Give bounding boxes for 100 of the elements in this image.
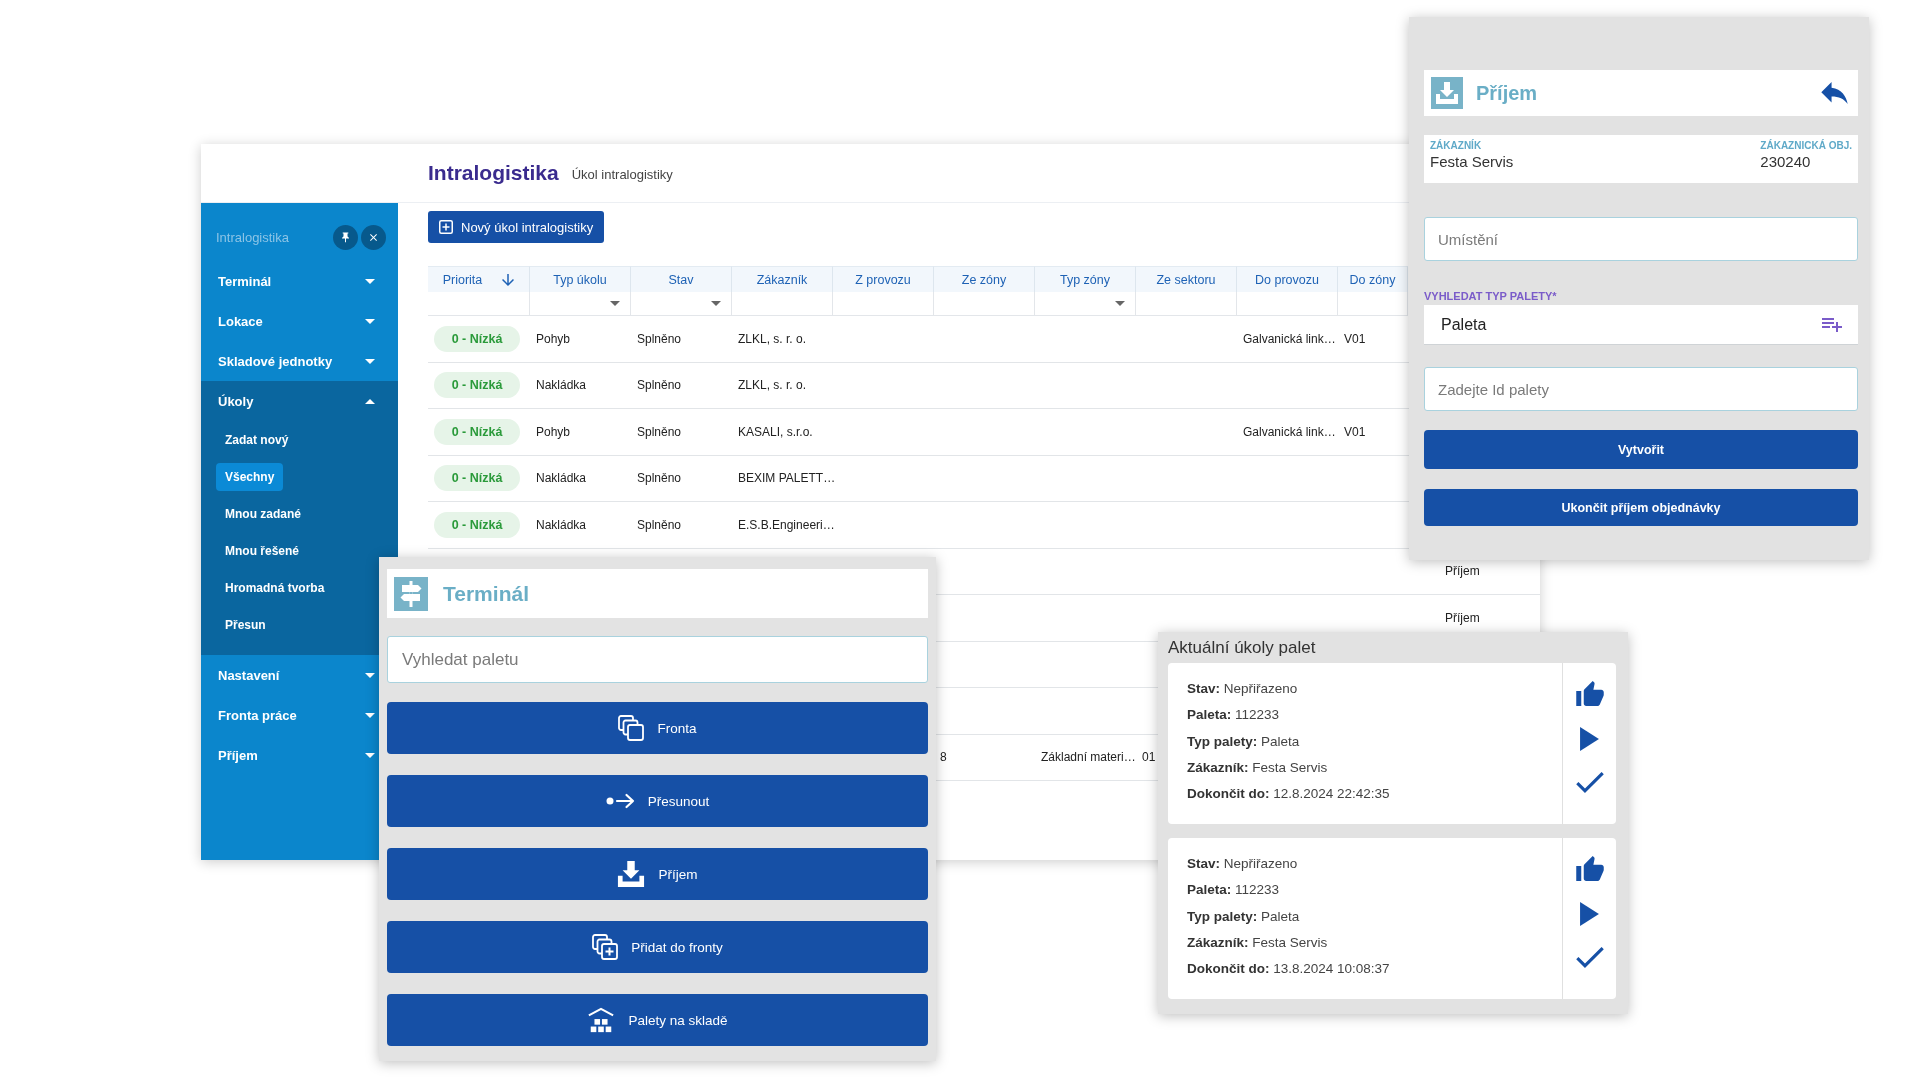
task-detail: Dokončit do: 12.8.2024 22:42:35 <box>1187 785 1390 804</box>
panel-title: Terminál <box>443 581 529 606</box>
download-tray-icon <box>1431 77 1463 109</box>
table-cell: 8 <box>940 750 947 765</box>
panel-title: Příjem <box>1476 81 1538 105</box>
sidebar-item[interactable]: Skladové jednotky <box>201 341 378 381</box>
action-button[interactable]: Palety na skladě <box>387 994 928 1046</box>
download-tray-icon <box>617 860 646 888</box>
table-cell: Splněno <box>637 424 682 439</box>
filter-field[interactable] <box>1338 292 1408 316</box>
field-value: Festa Servis <box>1430 153 1514 170</box>
page-title: Intralogistika <box>428 161 559 185</box>
pallet-type-select[interactable]: Paleta <box>1424 305 1858 345</box>
stacked-squares-icon <box>618 715 645 741</box>
check-icon[interactable] <box>1575 947 1604 968</box>
column-header[interactable]: Typ zóny <box>1035 266 1136 292</box>
priority-badge: 0 - Nízká <box>434 511 520 538</box>
column-header[interactable]: Z provozu <box>833 266 934 292</box>
table-cell: V01 <box>1344 424 1366 439</box>
filter-field[interactable] <box>1237 292 1338 316</box>
sidebar-item[interactable]: Fronta práce <box>201 695 378 735</box>
table-cell: Pohyb <box>536 331 571 346</box>
new-task-button[interactable]: Nový úkol intralogistiky <box>428 211 605 243</box>
play-icon[interactable] <box>1580 727 1599 751</box>
reply-icon[interactable] <box>1821 82 1848 104</box>
task-detail: Zákazník: Festa Servis <box>1187 933 1328 952</box>
submenu-item[interactable]: Všechny <box>216 462 284 491</box>
table-cell: Základní materi… <box>1041 750 1136 765</box>
column-header[interactable]: Ze sektoru <box>1136 266 1237 292</box>
table-cell: Splněno <box>637 517 682 532</box>
form-button[interactable]: Ukončit příjem objednávky <box>1424 489 1858 526</box>
column-header[interactable]: Stav <box>631 266 732 292</box>
submenu-item[interactable]: Zadat nový <box>216 425 298 454</box>
check-icon[interactable] <box>1575 772 1604 793</box>
page-subtitle: Úkol intralogistiky <box>571 167 673 182</box>
table-cell: ZLKL, s. r. o. <box>738 331 807 346</box>
filter-field[interactable] <box>530 292 631 316</box>
action-button[interactable]: Přesunout <box>387 775 928 827</box>
column-header[interactable]: Typ úkolu <box>530 266 631 292</box>
thumbs-up-icon[interactable] <box>1575 681 1604 706</box>
column-header[interactable]: Do provozu <box>1237 266 1338 292</box>
filter-field[interactable] <box>631 292 732 316</box>
sidebar-item[interactable]: Příjem <box>201 735 378 775</box>
action-button[interactable]: Příjem <box>387 848 928 900</box>
submenu-item[interactable]: Mnou řešené <box>216 536 308 565</box>
stacked-squares-plus-icon <box>592 934 619 960</box>
action-button[interactable]: Přidat do fronty <box>387 921 928 973</box>
table-cell: Pohyb <box>536 424 571 439</box>
priority-badge: 0 - Nízká <box>434 372 520 399</box>
column-header[interactable]: Do zóny <box>1338 266 1408 292</box>
table-cell: Splněno <box>637 331 682 346</box>
table-cell: 01 <box>1142 750 1156 765</box>
table-cell: Galvanická link… <box>1243 331 1336 346</box>
caret-icon <box>610 301 620 306</box>
table-cell: Nakládka <box>536 517 587 532</box>
column-header[interactable]: Ze zóny <box>934 266 1035 292</box>
form-button[interactable]: Vytvořit <box>1424 430 1858 469</box>
table-cell: ZLKL, s. r. o. <box>738 378 807 393</box>
priority-badge: 0 - Nízká <box>434 325 520 352</box>
filter-field[interactable] <box>1136 292 1237 316</box>
task-detail: Zákazník: Festa Servis <box>1187 758 1328 777</box>
filter-field[interactable] <box>833 292 934 316</box>
filter-field[interactable] <box>1035 292 1136 316</box>
thumbs-up-icon[interactable] <box>1575 856 1604 881</box>
filter-field[interactable] <box>428 292 530 316</box>
submenu-item[interactable]: Přesun <box>216 610 275 639</box>
filter-field[interactable] <box>732 292 833 316</box>
task-detail: Stav: Nepřiřazeno <box>1187 680 1298 698</box>
action-button[interactable]: Fronta <box>387 702 928 754</box>
task-detail: Stav: Nepřiřazeno <box>1187 855 1298 873</box>
table-cell: Splněno <box>637 378 682 393</box>
filter-field[interactable] <box>934 292 1035 316</box>
field-label: ZÁKAZNICKÁ OBJ. <box>1760 140 1852 151</box>
table-cell: Příjem <box>1445 564 1480 579</box>
column-header[interactable]: Zákazník <box>732 266 833 292</box>
table-cell: V01 <box>1344 331 1366 346</box>
table-cell: Příjem <box>1445 610 1480 625</box>
priority-badge: 0 - Nízká <box>434 465 520 492</box>
panel-title: Aktuální úkoly palet <box>1168 637 1316 658</box>
pallet-id-field[interactable]: Zadejte Id palety <box>1424 367 1858 411</box>
dot-arrow-icon <box>605 793 635 809</box>
sidebar-item[interactable]: Lokace <box>201 301 378 341</box>
task-detail: Typ palety: Paleta <box>1187 732 1300 751</box>
submenu-item[interactable]: Mnou zadané <box>216 499 310 528</box>
search-field[interactable]: Vyhledat paletu <box>387 636 928 683</box>
table-cell: BEXIM PALETT… <box>738 471 836 486</box>
field-value: 230240 <box>1760 153 1812 170</box>
playlist-add-icon[interactable] <box>1822 317 1842 332</box>
location-field[interactable]: Umístění <box>1424 217 1858 261</box>
pin-icon[interactable] <box>333 224 358 250</box>
priority-badge: 0 - Nízká <box>434 418 520 445</box>
play-icon[interactable] <box>1580 902 1599 926</box>
task-detail: Paleta: 112233 <box>1187 706 1280 725</box>
column-header[interactable]: Priorita <box>428 266 530 292</box>
field-label: VYHLEDAT TYP PALETY* <box>1424 290 1557 302</box>
task-detail: Dokončit do: 13.8.2024 10:08:37 <box>1187 960 1390 979</box>
submenu-item[interactable]: Hromadná tvorba <box>216 573 334 602</box>
sidebar-item[interactable]: Nastavení <box>201 655 378 695</box>
sidebar-item[interactable]: Terminál <box>201 261 378 301</box>
sidebar-item[interactable]: Úkoly <box>201 381 378 421</box>
